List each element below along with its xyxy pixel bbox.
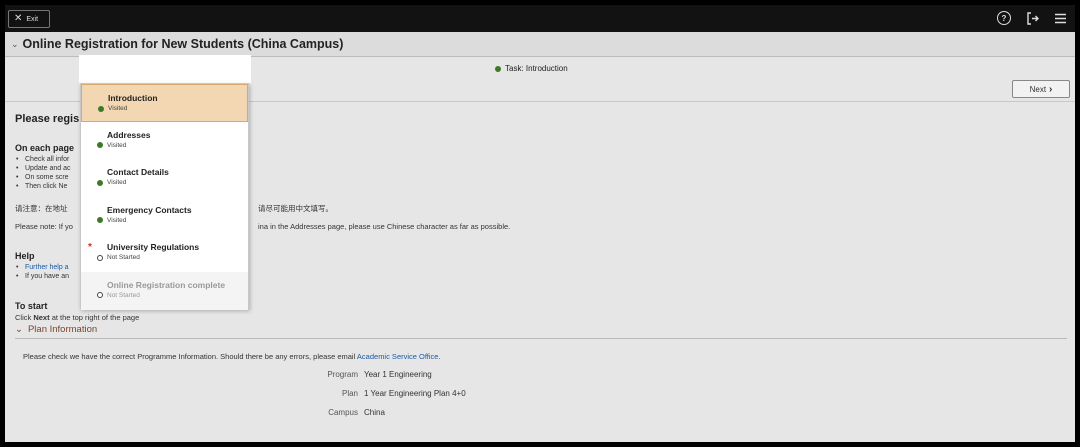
divider [15, 338, 1067, 339]
list-item: On some scre [15, 173, 71, 182]
task-status: Task: Introduction [495, 64, 568, 73]
instructions-list: Check all infor Update and ac On some sc… [15, 155, 71, 191]
help-list: Further help a If you have an [15, 263, 69, 281]
list-item: Update and ac [15, 164, 71, 173]
step-menu-header [79, 55, 251, 83]
chevron-down-icon: ⌄ [15, 324, 23, 335]
not-started-icon [97, 254, 103, 261]
required-asterisk-icon: * [88, 242, 92, 254]
on-each-page-heading: On each page [15, 143, 75, 153]
menu-icon[interactable] [1053, 11, 1067, 25]
plan-information-toggle[interactable]: ⌄ Plan Information [15, 324, 97, 335]
plan-header-label: Plan Information [27, 324, 98, 335]
intro-heading: Please regis [15, 113, 80, 125]
chinese-note-start: 请注意：在地址 [15, 204, 68, 213]
visited-icon [97, 217, 103, 224]
close-icon: ✕ [14, 13, 23, 24]
task-label: Task: Introduction [505, 64, 568, 73]
to-start-heading: To start [15, 301, 48, 311]
step-contact-details[interactable]: Contact Details Visited [81, 159, 248, 197]
please-note-tail: ina in the Addresses page, please use Ch… [258, 222, 511, 231]
chinese-note-tail: 请尽可能用中文填写。 [258, 204, 333, 213]
status-dot-icon [495, 65, 501, 72]
next-label: Next [1029, 84, 1047, 94]
not-started-icon [97, 292, 103, 299]
step-online-registration-complete: Online Registration complete Not Started [81, 271, 248, 310]
chevron-down-icon[interactable]: ⌄ [11, 39, 19, 50]
step-emergency-contacts[interactable]: Emergency Contacts Visited [81, 197, 248, 235]
exit-button[interactable]: ✕ Exit [8, 10, 50, 28]
visited-icon [98, 105, 104, 112]
help-link[interactable]: Further help a [15, 263, 69, 272]
page-title-bar: ⌄ Online Registration for New Students (… [5, 32, 1075, 57]
next-button[interactable]: Next › [1012, 80, 1070, 98]
plan-intro: Please check we have the correct Program… [23, 352, 441, 361]
list-item: Check all infor [15, 155, 71, 164]
list-item: Then click Ne [15, 182, 71, 191]
step-introduction[interactable]: Introduction Visited [81, 84, 248, 122]
top-bar: ✕ Exit ? [5, 5, 1075, 32]
signout-icon[interactable] [1025, 11, 1039, 25]
step-university-regulations[interactable]: * University Regulations Not Started [81, 234, 248, 272]
chevron-right-icon: › [1049, 83, 1053, 95]
visited-icon [97, 142, 103, 149]
exit-label: Exit [26, 15, 39, 23]
academic-service-office-link[interactable]: Academic Service Office [357, 352, 439, 361]
to-start-text: Click Next at the top right of the page [15, 313, 140, 322]
help-heading: Help [15, 251, 35, 261]
help-icon[interactable]: ? [997, 11, 1011, 25]
please-note-start: Please note: If yo [15, 222, 73, 231]
step-addresses[interactable]: Addresses Visited [81, 122, 248, 160]
visited-icon [97, 179, 103, 186]
list-item: If you have an [15, 272, 69, 281]
page-title: Online Registration for New Students (Ch… [22, 37, 344, 51]
step-navigation-menu: Introduction Visited Addresses Visited C… [80, 83, 249, 310]
